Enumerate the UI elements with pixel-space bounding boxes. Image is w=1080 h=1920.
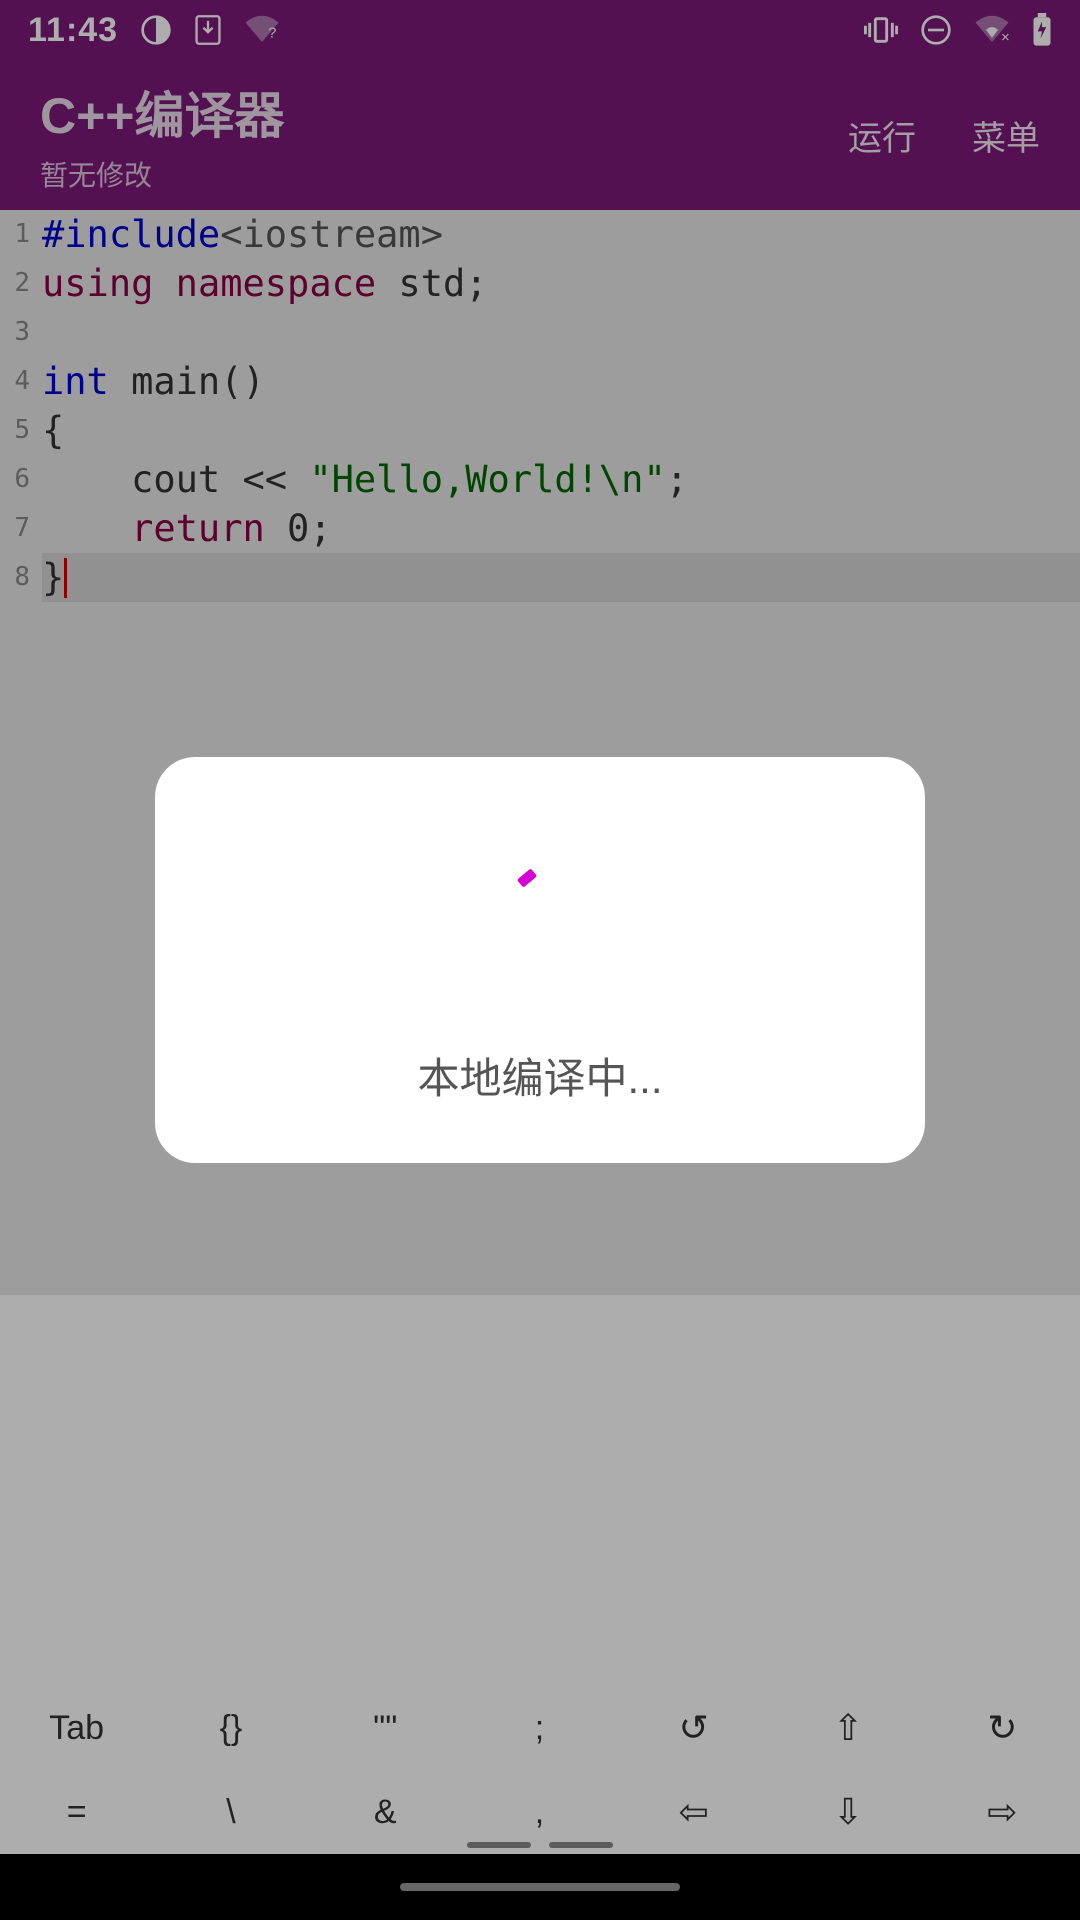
status-left: 11:43 ? — [28, 11, 280, 50]
line-number: 5 — [0, 406, 30, 455]
code-line[interactable] — [42, 308, 1080, 357]
arrow-left-icon[interactable]: ⇦ — [617, 1770, 771, 1854]
line-number: 4 — [0, 357, 30, 406]
key-quotes[interactable]: "" — [309, 1686, 463, 1770]
run-button[interactable]: 运行 — [848, 111, 916, 160]
code-line[interactable]: { — [42, 406, 1080, 455]
key-backslash[interactable]: \ — [154, 1770, 308, 1854]
app-title: C++编译器 — [40, 76, 848, 148]
line-gutter: 12345678 — [0, 210, 36, 1295]
text-cursor — [64, 558, 67, 598]
code-line[interactable]: int main() — [42, 357, 1080, 406]
code-line[interactable]: #include<iostream> — [42, 210, 1080, 259]
keyboard-row-1: Tab{}"";↺⇧↻ — [0, 1686, 1080, 1770]
pager-dot — [467, 1842, 531, 1848]
app-bar-title-group: C++编译器 暂无修改 — [40, 76, 848, 194]
code-content[interactable]: #include<iostream>using namespace std; in… — [36, 210, 1080, 1295]
vibrate-icon — [864, 15, 898, 45]
line-number: 6 — [0, 455, 30, 504]
keyboard-pager — [467, 1842, 613, 1848]
system-nav-bar — [0, 1854, 1080, 1920]
key-semicolon[interactable]: ; — [463, 1686, 617, 1770]
app-subtitle: 暂无修改 — [40, 154, 848, 194]
code-editor[interactable]: 12345678 #include<iostream>using namespa… — [0, 210, 1080, 1295]
status-time: 11:43 — [28, 11, 118, 50]
code-line[interactable]: using namespace std; — [42, 259, 1080, 308]
status-bar: 11:43 ? × — [0, 0, 1080, 60]
symbol-keyboard: Tab{}"";↺⇧↻ =\&,⇦⇩⇨ — [0, 1686, 1080, 1854]
wifi-off-icon: × — [974, 15, 1010, 45]
pager-dot — [549, 1842, 613, 1848]
key-tab[interactable]: Tab — [0, 1686, 154, 1770]
line-number: 2 — [0, 259, 30, 308]
wifi-question-icon: ? — [244, 15, 280, 45]
arrow-down-icon[interactable]: ⇩ — [771, 1770, 925, 1854]
app-bar: C++编译器 暂无修改 运行 菜单 — [0, 60, 1080, 210]
line-number: 3 — [0, 308, 30, 357]
menu-button[interactable]: 菜单 — [972, 111, 1040, 160]
line-number: 7 — [0, 504, 30, 553]
app-bar-actions: 运行 菜单 — [848, 111, 1040, 160]
code-line[interactable]: return 0; — [42, 504, 1080, 553]
status-right: × — [864, 13, 1052, 47]
nav-pill[interactable] — [400, 1883, 680, 1891]
key-ampersand[interactable]: & — [309, 1770, 463, 1854]
undo-icon[interactable]: ↺ — [617, 1686, 771, 1770]
battery-charging-icon — [1032, 13, 1052, 47]
key-equals[interactable]: = — [0, 1770, 154, 1854]
svg-text:×: × — [1001, 29, 1010, 45]
line-number: 1 — [0, 210, 30, 259]
arrow-right-icon[interactable]: ⇨ — [926, 1770, 1080, 1854]
theme-icon — [140, 14, 172, 46]
svg-text:?: ? — [268, 25, 276, 42]
dnd-icon — [920, 14, 952, 46]
key-braces[interactable]: {} — [154, 1686, 308, 1770]
redo-icon[interactable]: ↻ — [926, 1686, 1080, 1770]
line-number: 8 — [0, 553, 30, 602]
code-line[interactable]: cout << "Hello,World!\n"; — [42, 455, 1080, 504]
code-line[interactable]: } — [42, 553, 1080, 602]
arrow-up-icon[interactable]: ⇧ — [771, 1686, 925, 1770]
download-icon — [194, 14, 222, 46]
